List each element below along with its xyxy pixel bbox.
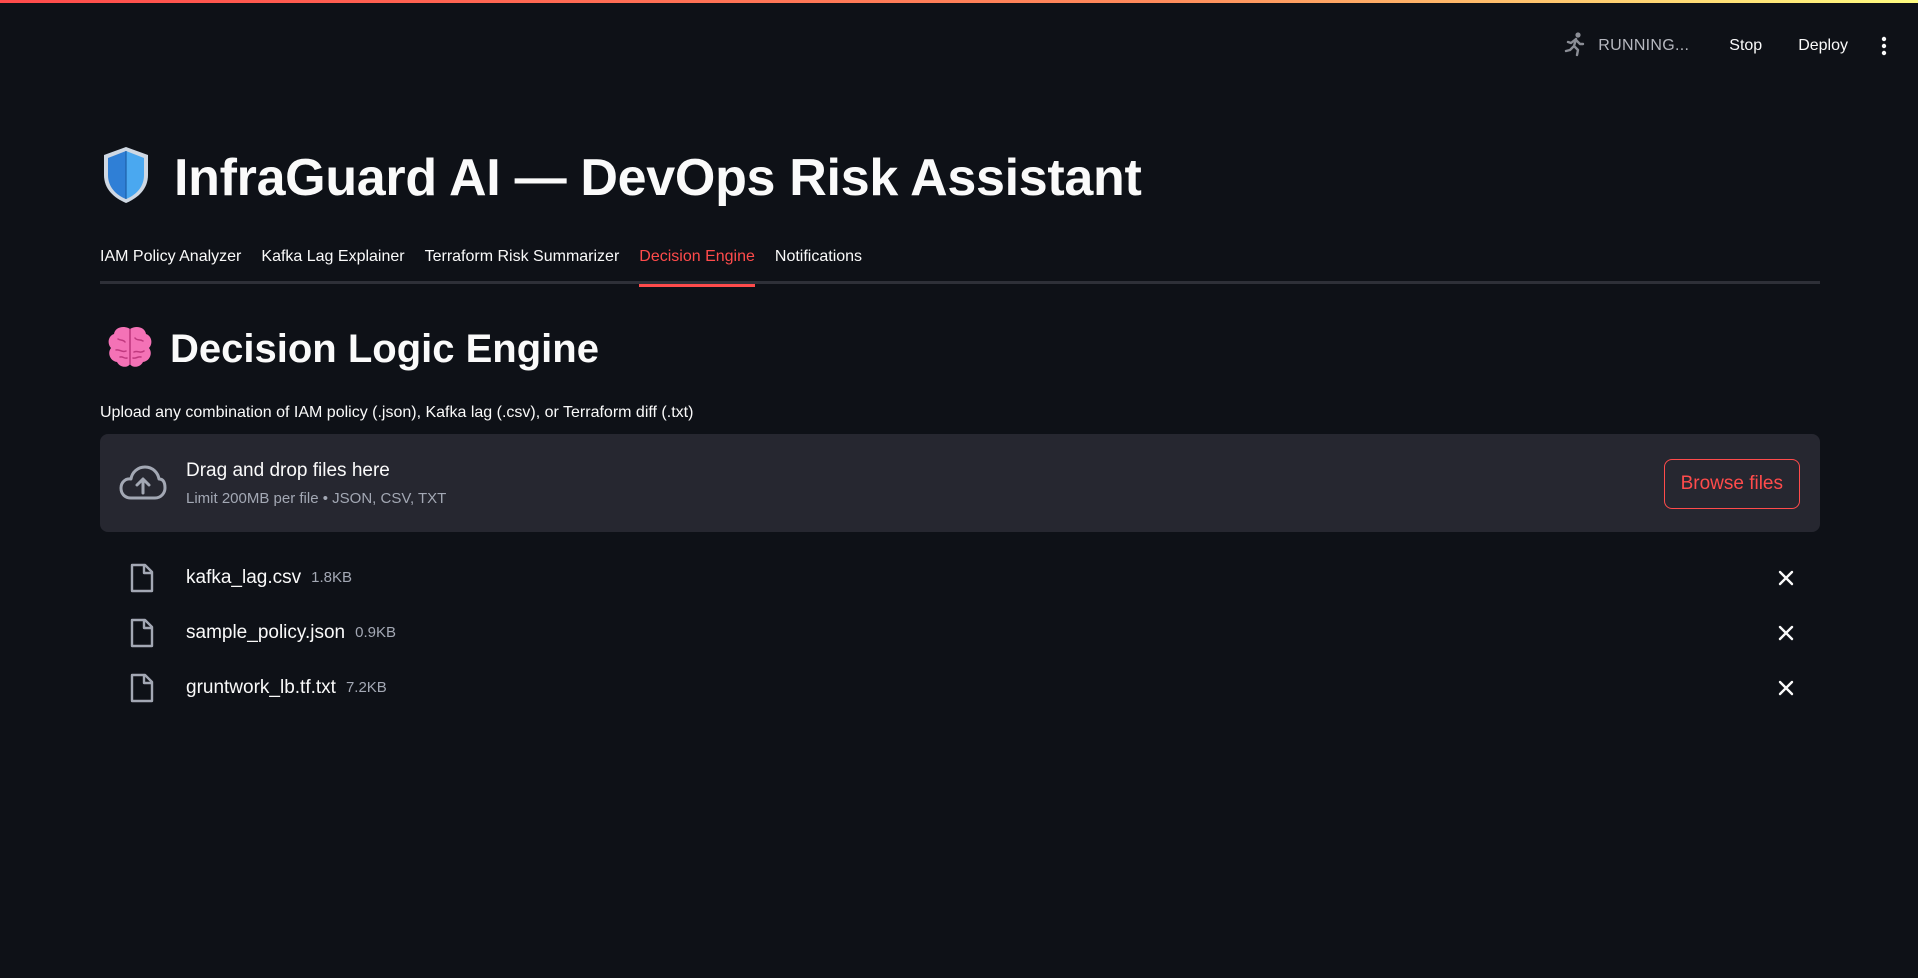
file-size: 0.9KB [355, 624, 396, 641]
running-status-text: RUNNING... [1598, 37, 1690, 54]
app-toolbar: RUNNING... Stop Deploy [1562, 28, 1896, 64]
vertical-dots-icon[interactable] [1872, 34, 1896, 58]
running-status: RUNNING... [1562, 31, 1689, 62]
tab-decision-engine[interactable]: Decision Engine [639, 240, 755, 287]
cloud-upload-icon [118, 458, 168, 508]
shield-icon [100, 145, 152, 210]
file-icon [128, 561, 156, 595]
tab-terraform-risk-summarizer[interactable]: Terraform Risk Summarizer [425, 240, 620, 284]
browse-files-button[interactable]: Browse files [1663, 459, 1800, 509]
page-title: InfraGuard AI — DevOps Risk Assistant [174, 148, 1142, 207]
file-item: gruntwork_lb.tf.txt 7.2KB [100, 660, 1820, 715]
brain-icon [106, 325, 154, 374]
stop-button[interactable]: Stop [1719, 31, 1772, 61]
dropzone-text: Drag and drop files here Limit 200MB per… [186, 460, 446, 507]
running-person-icon [1562, 31, 1588, 62]
close-icon[interactable] [1772, 619, 1800, 647]
close-icon[interactable] [1772, 674, 1800, 702]
file-name: kafka_lag.csv [186, 566, 302, 588]
file-name: gruntwork_lb.tf.txt [186, 676, 336, 698]
top-progress-bar [0, 0, 1918, 3]
close-icon[interactable] [1772, 564, 1800, 592]
dropzone-limit: Limit 200MB per file • JSON, CSV, TXT [186, 489, 447, 507]
file-size: 7.2KB [345, 679, 387, 696]
file-icon [128, 671, 156, 705]
file-name: sample_policy.json [186, 621, 346, 643]
section-header: Decision Logic Engine [106, 325, 599, 374]
tab-kafka-lag-explainer[interactable]: Kafka Lag Explainer [261, 240, 404, 284]
file-size: 1.8KB [311, 569, 352, 586]
file-icon [128, 616, 156, 650]
page-header: InfraGuard AI — DevOps Risk Assistant [100, 145, 1142, 210]
tab-notifications[interactable]: Notifications [775, 240, 862, 284]
uploaded-file-list: kafka_lag.csv 1.8KB sample_policy.json 0… [100, 550, 1820, 715]
dropzone-title: Drag and drop files here [186, 459, 390, 481]
tab-bar: IAM Policy Analyzer Kafka Lag Explainer … [100, 240, 1820, 287]
deploy-button[interactable]: Deploy [1788, 31, 1858, 61]
uploader-label: Upload any combination of IAM policy (.j… [100, 404, 694, 421]
file-dropzone[interactable]: Drag and drop files here Limit 200MB per… [100, 434, 1820, 532]
section-title: Decision Logic Engine [170, 327, 599, 371]
file-item: kafka_lag.csv 1.8KB [100, 550, 1820, 605]
tab-iam-policy-analyzer[interactable]: IAM Policy Analyzer [100, 240, 241, 284]
file-item: sample_policy.json 0.9KB [100, 605, 1820, 660]
